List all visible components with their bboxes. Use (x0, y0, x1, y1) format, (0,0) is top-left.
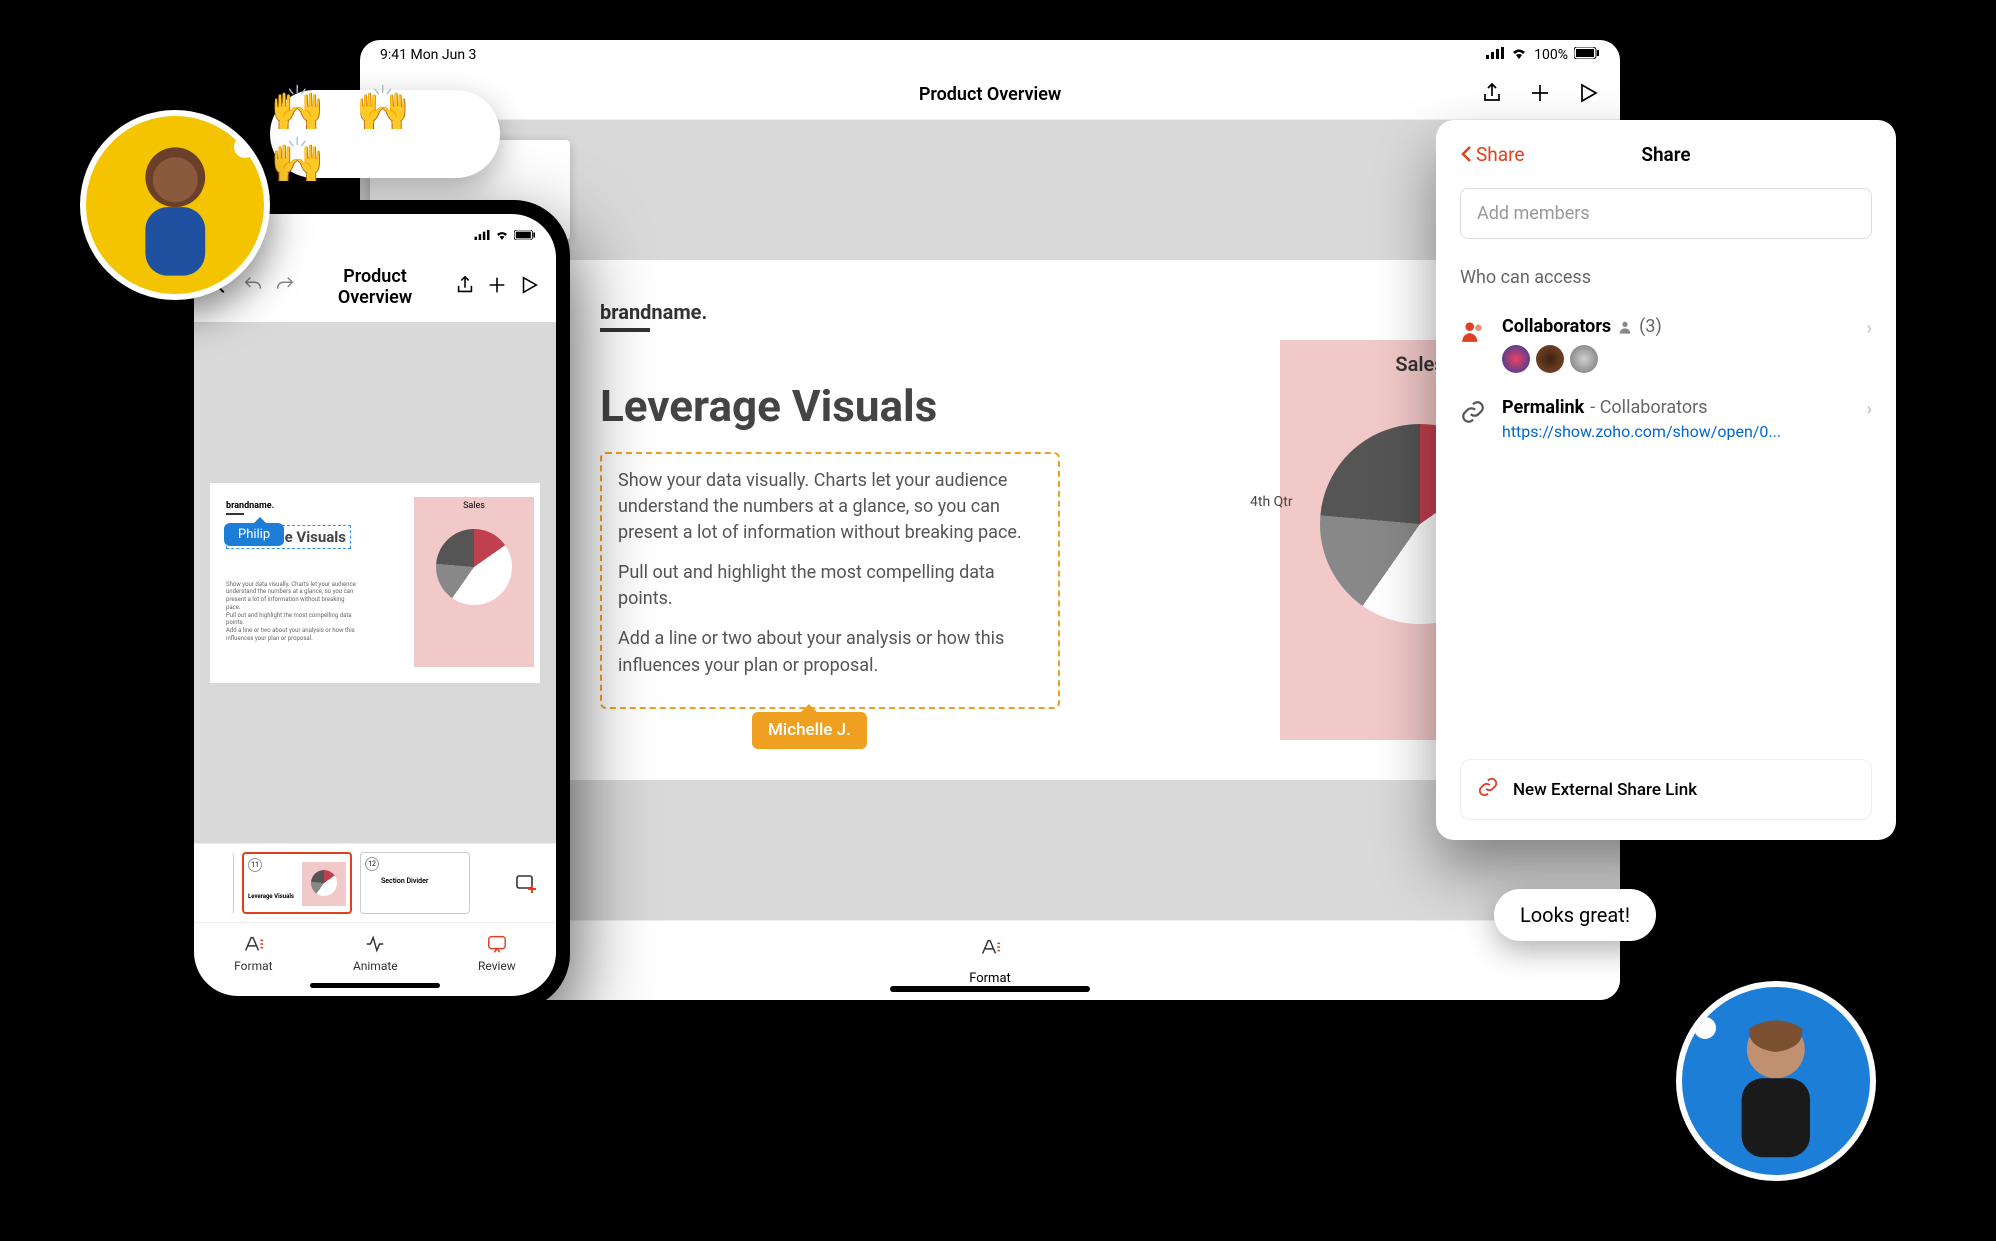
slide-para-2: Pull out and highlight the most compelli… (618, 560, 1042, 612)
ipad-header: Product Overview (360, 70, 1620, 120)
iphone-bottom-tabs: Format Animate Review (194, 922, 556, 979)
document-title: Product Overview (919, 84, 1061, 105)
slide-thumb-more[interactable] (478, 852, 498, 914)
slide-text-selection[interactable]: Show your data visually. Charts let your… (600, 452, 1060, 709)
slide-brand: brandname. (600, 300, 1380, 324)
iphone-slide-canvas[interactable]: brandname. Leverage Visuals Philip Show … (194, 322, 556, 843)
collaborator-avatars (1502, 345, 1872, 373)
tab-review[interactable]: Review (478, 933, 516, 973)
slide-mini[interactable]: brandname. Leverage Visuals Philip Show … (210, 483, 540, 683)
add-slide-button[interactable] (506, 852, 546, 914)
add-members-input[interactable]: Add members (1460, 188, 1872, 239)
chart-title: Sales (1280, 340, 1440, 388)
slide-thumb-active[interactable]: 11 Leverage Visuals (242, 852, 352, 914)
slide-thumbnails: 11 Leverage Visuals 12 Section Divider (194, 843, 556, 922)
share-back-button[interactable]: Share (1460, 143, 1524, 166)
document-title: Product Overview (306, 266, 444, 308)
mini-pie-panel: Sales (414, 497, 534, 667)
wifi-icon (1510, 47, 1528, 63)
collaborator-avatar-1 (80, 110, 270, 300)
collaborator-avatar-2 (1676, 981, 1876, 1181)
battery-percent: 100% (1534, 47, 1568, 63)
tab-animate[interactable]: Animate (353, 933, 398, 973)
slide-thumb-prev[interactable] (204, 852, 234, 914)
slide-thumb-next[interactable]: 12 Section Divider (360, 852, 470, 914)
home-indicator (890, 986, 1090, 992)
external-link-icon (1477, 776, 1499, 803)
permalink-url[interactable]: https://show.zoho.com/show/open/0... (1502, 422, 1872, 441)
comment-bubble: Looks great! (1494, 889, 1656, 941)
battery-icon (514, 229, 536, 244)
presence-dot (1694, 1017, 1716, 1039)
permalink-row[interactable]: Permalink - Collaborators https://show.z… (1460, 385, 1872, 453)
chevron-right-icon: › (1867, 399, 1872, 420)
share-panel: Share Share Add members Who can access C… (1436, 120, 1896, 840)
iphone-device: Product Overview brandname. Leverage Vis… (180, 200, 570, 1010)
redo-icon[interactable] (274, 274, 296, 300)
collaborator-cursor-tag: Philip (224, 523, 284, 546)
wifi-icon (494, 229, 510, 244)
share-title: Share (1641, 143, 1690, 166)
ipad-status-bar: 9:41 Mon Jun 3 100% (360, 40, 1620, 70)
link-icon (1460, 399, 1486, 425)
tab-format[interactable]: Format (234, 933, 272, 973)
who-can-access-label: Who can access (1460, 267, 1872, 288)
collaborators-row[interactable]: Collaborators (3) › (1460, 304, 1872, 385)
collaborators-label: Collaborators (1502, 316, 1611, 337)
pie-label-4th: 4th Qtr (1250, 494, 1293, 510)
collaborator-cursor-tag: Michelle J. (752, 712, 867, 749)
play-icon[interactable] (1576, 81, 1600, 109)
permalink-label: Permalink (1502, 397, 1584, 418)
share-icon[interactable] (454, 274, 476, 300)
signal-icon (1486, 47, 1504, 63)
add-icon[interactable] (486, 274, 508, 300)
slide-heading: Leverage Visuals (600, 380, 1380, 432)
permalink-sublabel: - Collaborators (1590, 397, 1707, 418)
person-icon (1617, 319, 1633, 335)
new-external-share-button[interactable]: New External Share Link (1460, 759, 1872, 820)
home-indicator (310, 983, 440, 988)
iphone-header: Product Overview (194, 258, 556, 322)
collaborators-icon (1460, 318, 1486, 344)
collaborators-count: (3) (1639, 316, 1662, 337)
add-icon[interactable] (1528, 81, 1552, 109)
play-icon[interactable] (518, 274, 540, 300)
presence-dot (234, 136, 256, 158)
format-icon[interactable] (979, 936, 1001, 963)
emoji-reaction-bubble: 🙌 🙌 🙌 (270, 90, 500, 178)
undo-icon[interactable] (242, 274, 264, 300)
signal-icon (474, 229, 490, 244)
battery-icon (1574, 47, 1600, 63)
slide-para-3: Add a line or two about your analysis or… (618, 626, 1042, 678)
status-time: 9:41 Mon Jun 3 (380, 47, 476, 63)
share-icon[interactable] (1480, 81, 1504, 109)
pie-chart (1320, 424, 1440, 624)
slide[interactable]: brandname. Leverage Visuals Show your da… (540, 260, 1440, 780)
chevron-right-icon: › (1867, 318, 1872, 339)
slide-para-1: Show your data visually. Charts let your… (618, 468, 1042, 546)
pie-chart-panel: Sales 4th Qtr 3rd Qtr (1280, 340, 1440, 740)
format-label[interactable]: Format (969, 971, 1011, 986)
